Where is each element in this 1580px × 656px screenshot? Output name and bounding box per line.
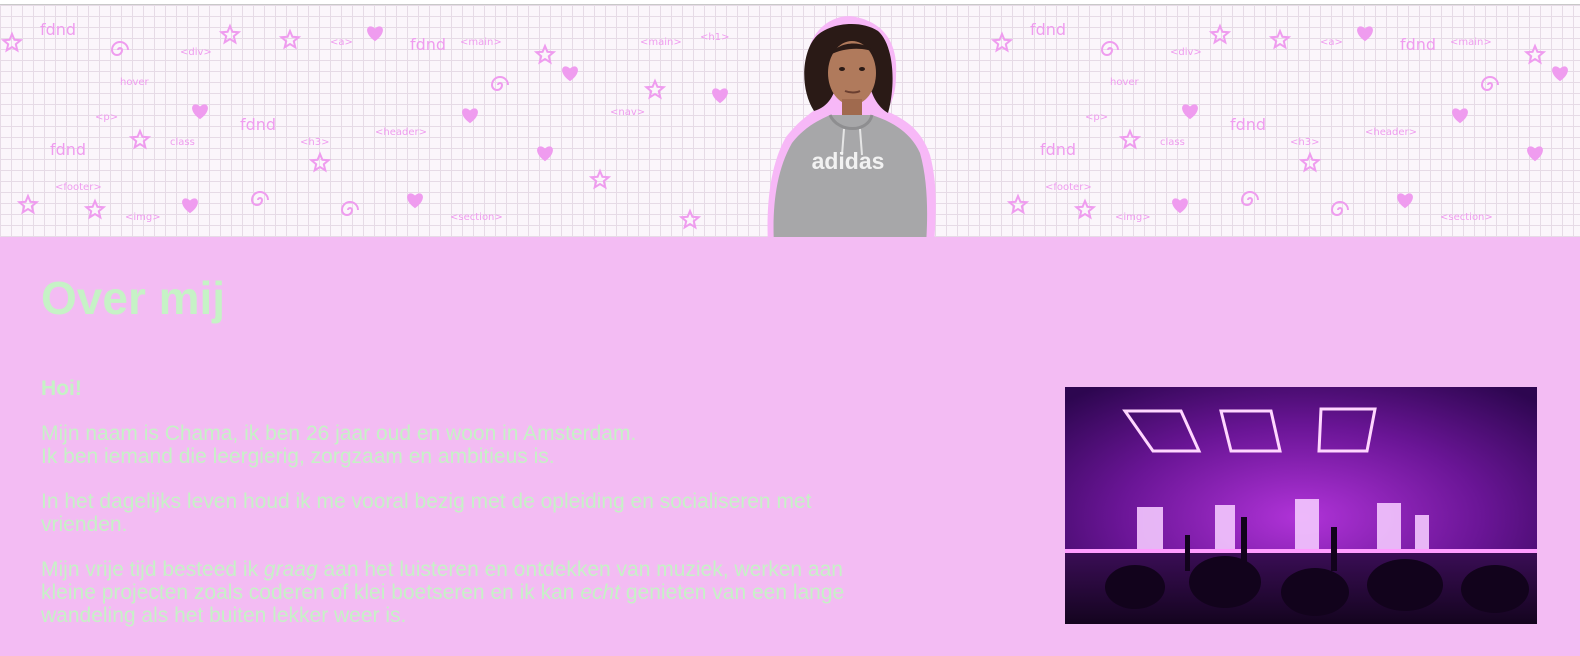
svg-text:<section>: <section> (450, 212, 503, 223)
svg-text:fdnd: fdnd (1040, 140, 1076, 159)
svg-text:fdnd: fdnd (1400, 35, 1436, 54)
profile-portrait: adidas (767, 16, 936, 237)
svg-text:<h1>: <h1> (700, 32, 729, 43)
daily-life-paragraph: In het dagelijks leven houd ik me vooral… (41, 490, 812, 536)
intro-paragraph: Mijn naam is Chama, ik ben 26 jaar oud e… (41, 422, 901, 468)
svg-text:<main>: <main> (640, 37, 682, 48)
svg-text:fdnd: fdnd (1230, 115, 1266, 134)
intro-line-1: Mijn naam is Chama, ik ben 26 jaar oud e… (41, 422, 637, 445)
svg-text:<img>: <img> (125, 212, 161, 223)
svg-text:<header>: <header> (1365, 127, 1417, 138)
svg-text:<section>: <section> (1440, 212, 1493, 223)
svg-text:<div>: <div> (1170, 47, 1202, 58)
about-text: Hoi! Mijn naam is Chama, ik ben 26 jaar … (41, 377, 901, 649)
svg-text:<h3>: <h3> (1290, 137, 1319, 148)
svg-text:hover: hover (1110, 77, 1140, 88)
svg-text:fdnd: fdnd (40, 20, 76, 39)
svg-text:<header>: <header> (375, 127, 427, 138)
svg-text:<a>: <a> (1320, 37, 1343, 48)
svg-text:<footer>: <footer> (55, 182, 102, 193)
svg-text:fdnd: fdnd (50, 140, 86, 159)
svg-text:class: class (170, 137, 195, 148)
concert-photo (1065, 387, 1537, 624)
intro-line-2: Ik ben iemand die leergierig, zorgzaam e… (41, 445, 555, 468)
about-section: Over mij Hoi! Mijn naam is Chama, ik ben… (0, 237, 1580, 655)
svg-text:<a>: <a> (330, 37, 353, 48)
svg-text:<main>: <main> (460, 37, 502, 48)
page-title: Over mij (41, 272, 226, 324)
svg-text:hover: hover (120, 77, 150, 88)
header-banner: fdnd <div> fdnd <main> <p> fdnd fdnd hover <h3> <… (0, 5, 1580, 237)
svg-text:<main>: <main> (1450, 37, 1492, 48)
greeting: Hoi! (41, 377, 82, 400)
svg-text:<nav>: <nav> (610, 107, 645, 118)
svg-text:class: class (1160, 137, 1185, 148)
svg-text:fdnd: fdnd (1030, 20, 1066, 39)
free-time-text-1: Mijn vrije tijd besteed ik (41, 558, 264, 581)
svg-text:fdnd: fdnd (410, 35, 446, 54)
emphasis-graag: graag (263, 558, 318, 581)
svg-text:<img>: <img> (1115, 212, 1151, 223)
emphasis-echt: echt (580, 581, 621, 604)
svg-text:fdnd: fdnd (240, 115, 276, 134)
svg-text:<footer>: <footer> (1045, 182, 1092, 193)
svg-text:<p>: <p> (1085, 112, 1108, 123)
free-time-paragraph: Mijn vrije tijd besteed ik graag aan het… (41, 558, 901, 627)
svg-text:<h3>: <h3> (300, 137, 329, 148)
svg-text:<p>: <p> (95, 112, 118, 123)
hoodie-logo-text: adidas (812, 148, 885, 174)
svg-text:<div>: <div> (180, 47, 212, 58)
